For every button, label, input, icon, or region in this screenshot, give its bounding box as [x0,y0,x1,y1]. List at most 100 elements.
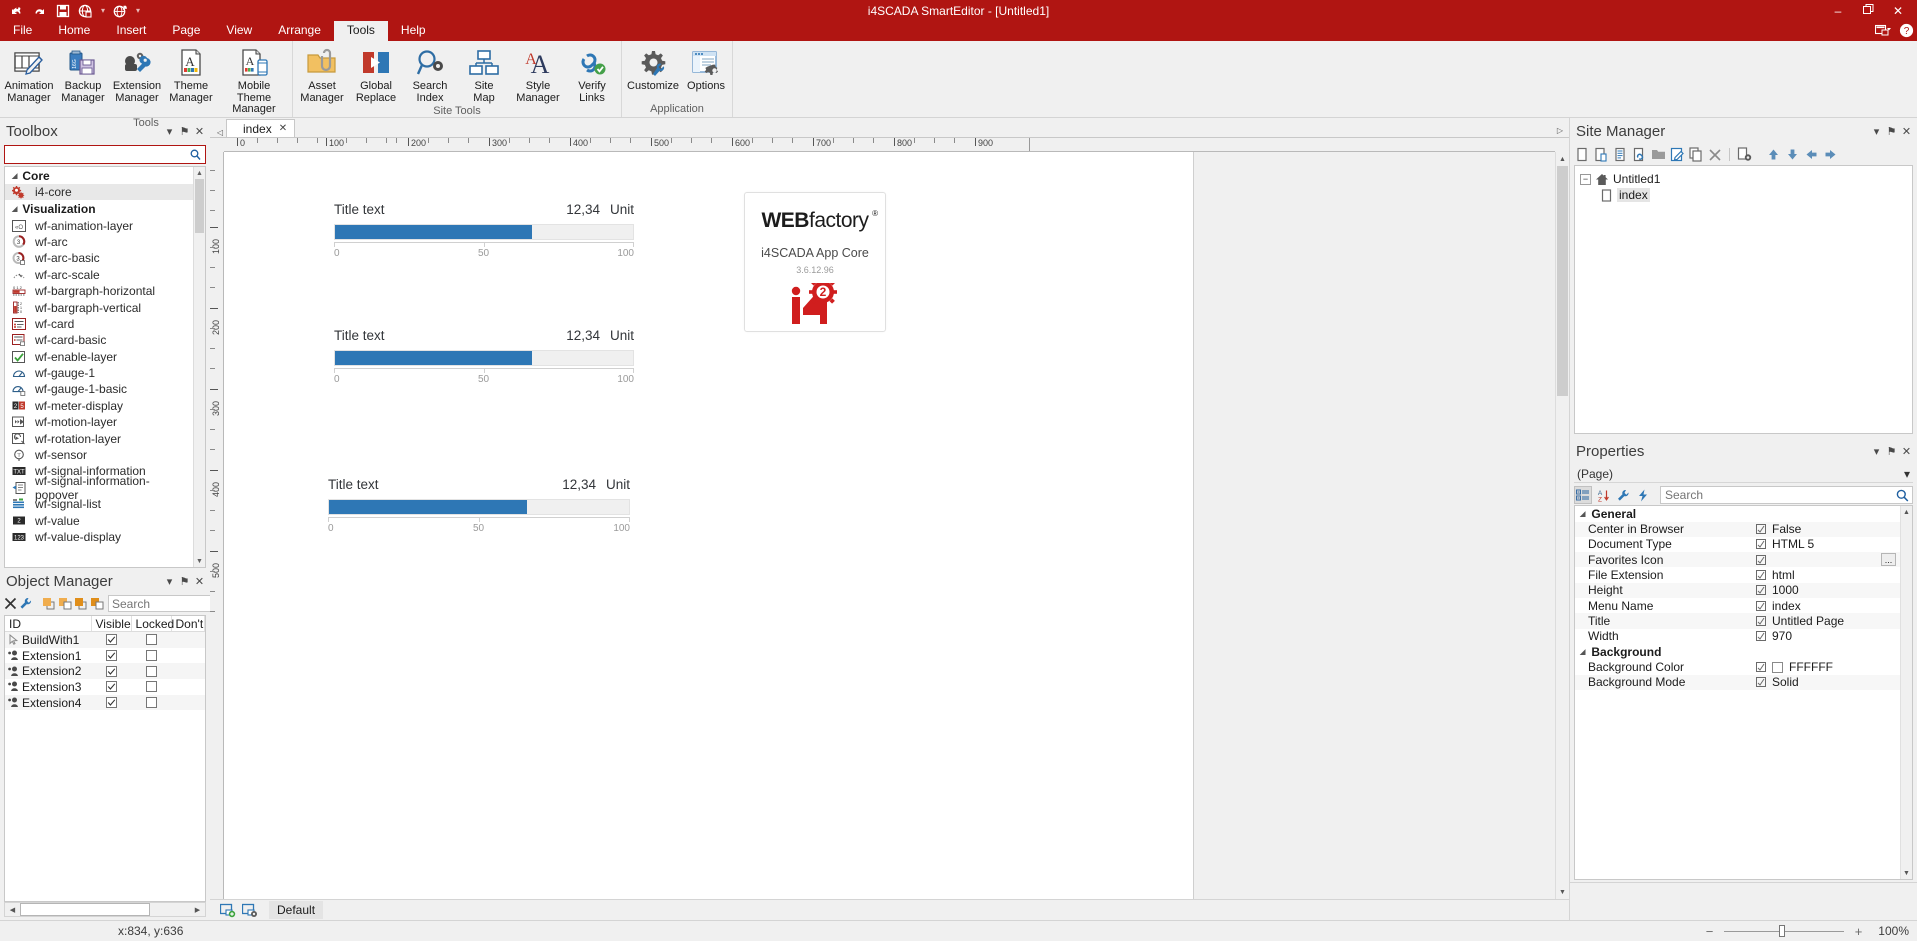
binding-icon[interactable] [1750,570,1772,580]
animation-manager-button[interactable]: AnimationManager [2,43,56,105]
publish-icon[interactable] [112,2,129,19]
column-header-visible[interactable]: Visible [92,616,132,631]
toolbox-search-input[interactable] [7,147,188,162]
object-manager-horizontal-scrollbar[interactable]: ◀ ▶ [4,902,206,917]
canvas-scroll-area[interactable]: Title text 12,34 Unit [224,152,1555,899]
save-icon[interactable] [54,2,71,19]
binding-icon[interactable] [1750,631,1772,641]
app-core-card[interactable]: WEBfactory® i4SCADA App Core 3.6.12.96 [744,192,886,332]
table-row[interactable]: Extension3 [5,679,205,695]
toolbox-item-wf-signal-information-popover[interactable]: wf-signal-information-popover [5,480,193,496]
restore-button[interactable] [1861,4,1875,17]
zoom-slider-thumb[interactable] [1779,925,1785,937]
tab-insert[interactable]: Insert [103,21,159,41]
zoom-slider[interactable] [1724,925,1844,937]
copy-page-icon[interactable] [1687,146,1705,164]
binding-icon[interactable] [1750,601,1772,611]
visible-checkbox[interactable] [92,681,132,692]
undo-icon[interactable] [8,2,25,19]
locked-checkbox[interactable] [132,666,172,677]
table-row[interactable]: Extension2 [5,663,205,679]
property-value[interactable]: False [1772,522,1900,536]
property-row[interactable]: Favorites Icon ... [1575,552,1900,567]
toolbox-item-wf-rotation-layer[interactable]: wf-rotation-layer [5,430,193,446]
property-category-general[interactable]: ◢ General [1575,506,1900,522]
properties-search-box[interactable] [1660,486,1913,504]
new-mobile-page-icon[interactable] [1592,146,1610,164]
toolbox-search-box[interactable] [4,145,206,164]
properties-view-icon[interactable] [1614,486,1632,504]
toolbox-item-wf-arc[interactable]: 3 wf-arc [5,234,193,250]
scroll-up-icon[interactable]: ▲ [1901,506,1912,518]
site-map-button[interactable]: SiteMap [457,43,511,105]
tree-node-root[interactable]: − Untitled1 [1580,171,1912,187]
bring-to-front-icon[interactable] [42,595,56,612]
object-manager-pin-button[interactable]: ⚑ [177,573,192,589]
property-row[interactable]: Background Color FFFFFF [1575,659,1900,674]
sort-alphabetical-icon[interactable]: AZ [1594,486,1612,504]
toolbox-item-wf-gauge-1[interactable]: wf-gauge-1 [5,365,193,381]
property-row[interactable]: Width 970 [1575,629,1900,644]
locked-checkbox[interactable] [132,681,172,692]
toolbox-item-wf-enable-layer[interactable]: wf-enable-layer [5,349,193,365]
table-row[interactable]: Extension1 [5,648,205,664]
tree-node-index[interactable]: index [1598,187,1912,203]
delete-object-icon[interactable] [4,595,17,612]
binding-icon[interactable] [1750,585,1772,595]
scroll-up-icon[interactable]: ▲ [1556,152,1569,166]
bargraph-widget[interactable]: Title text 12,34 Unit [328,477,630,535]
zoom-percentage[interactable]: 100% [1873,924,1909,938]
tab-arrange[interactable]: Arrange [265,21,334,41]
toolbox-item-wf-value-display[interactable]: 123 wf-value-display [5,529,193,545]
search-icon[interactable] [188,149,203,160]
site-manager-pin-button[interactable]: ⚑ [1884,123,1899,139]
binding-icon[interactable] [1750,662,1772,672]
visible-checkbox[interactable] [92,650,132,661]
toolbox-item-wf-value[interactable]: 2 wf-value [5,512,193,528]
property-row[interactable]: Menu Name index [1575,598,1900,613]
scroll-down-icon[interactable]: ▼ [194,555,205,567]
locked-checkbox[interactable] [132,634,172,645]
toolbox-group-visualization[interactable]: ◢ Visualization [5,200,193,217]
object-properties-icon[interactable] [19,595,32,612]
minimize-button[interactable]: – [1831,5,1845,17]
options-button[interactable]: Options [682,43,730,94]
scroll-left-icon[interactable]: ◀ [5,906,20,914]
new-page-icon[interactable] [1573,146,1591,164]
search-icon[interactable] [1892,489,1912,502]
bargraph-widget[interactable]: Title text 12,34 Unit [334,328,634,386]
property-row[interactable]: Title Untitled Page [1575,613,1900,628]
property-row[interactable]: Height 1000 [1575,583,1900,598]
mobile-theme-manager-button[interactable]: A Mobile ThemeManager [218,43,290,117]
scroll-thumb[interactable] [195,179,204,233]
scroll-down-icon[interactable]: ▼ [1556,885,1569,899]
help-button[interactable]: ? [1899,23,1913,40]
property-value[interactable]: Untitled Page [1772,614,1900,628]
move-down-icon[interactable] [1783,146,1801,164]
tab-help[interactable]: Help [388,21,439,41]
move-up-icon[interactable] [1764,146,1782,164]
binding-icon[interactable] [1750,616,1772,626]
events-view-icon[interactable] [1634,486,1652,504]
property-value[interactable]: index [1772,599,1900,613]
browse-button[interactable]: ... [1881,553,1896,566]
bring-forward-icon[interactable] [74,595,88,612]
tab-scroll-left-icon[interactable]: ◁ [214,128,226,137]
tab-page[interactable]: Page [159,21,213,41]
toolbox-item-wf-arc-basic[interactable]: 3 wf-arc-basic [5,250,193,266]
binding-icon[interactable] [1750,677,1772,687]
scroll-thumb[interactable] [1557,166,1568,396]
binding-icon[interactable] [1750,524,1772,534]
add-state-icon[interactable] [218,901,237,920]
binding-icon[interactable] [1750,539,1772,549]
canvas-vertical-scrollbar[interactable]: ▲ ▼ [1555,152,1569,899]
toolbox-item-wf-bargraph-vertical[interactable]: 210 wf-bargraph-vertical [5,299,193,315]
new-folder-icon[interactable] [1649,146,1667,164]
properties-search-input[interactable] [1661,488,1892,502]
theme-manager-button[interactable]: A ThemeManager [164,43,218,105]
move-left-icon[interactable] [1802,146,1820,164]
ribbon-display-options-button[interactable] [1875,24,1889,39]
property-value[interactable]: FFFFFF [1772,660,1900,674]
property-category-background[interactable]: ◢ Background [1575,644,1900,660]
scroll-up-icon[interactable]: ▲ [194,167,205,179]
